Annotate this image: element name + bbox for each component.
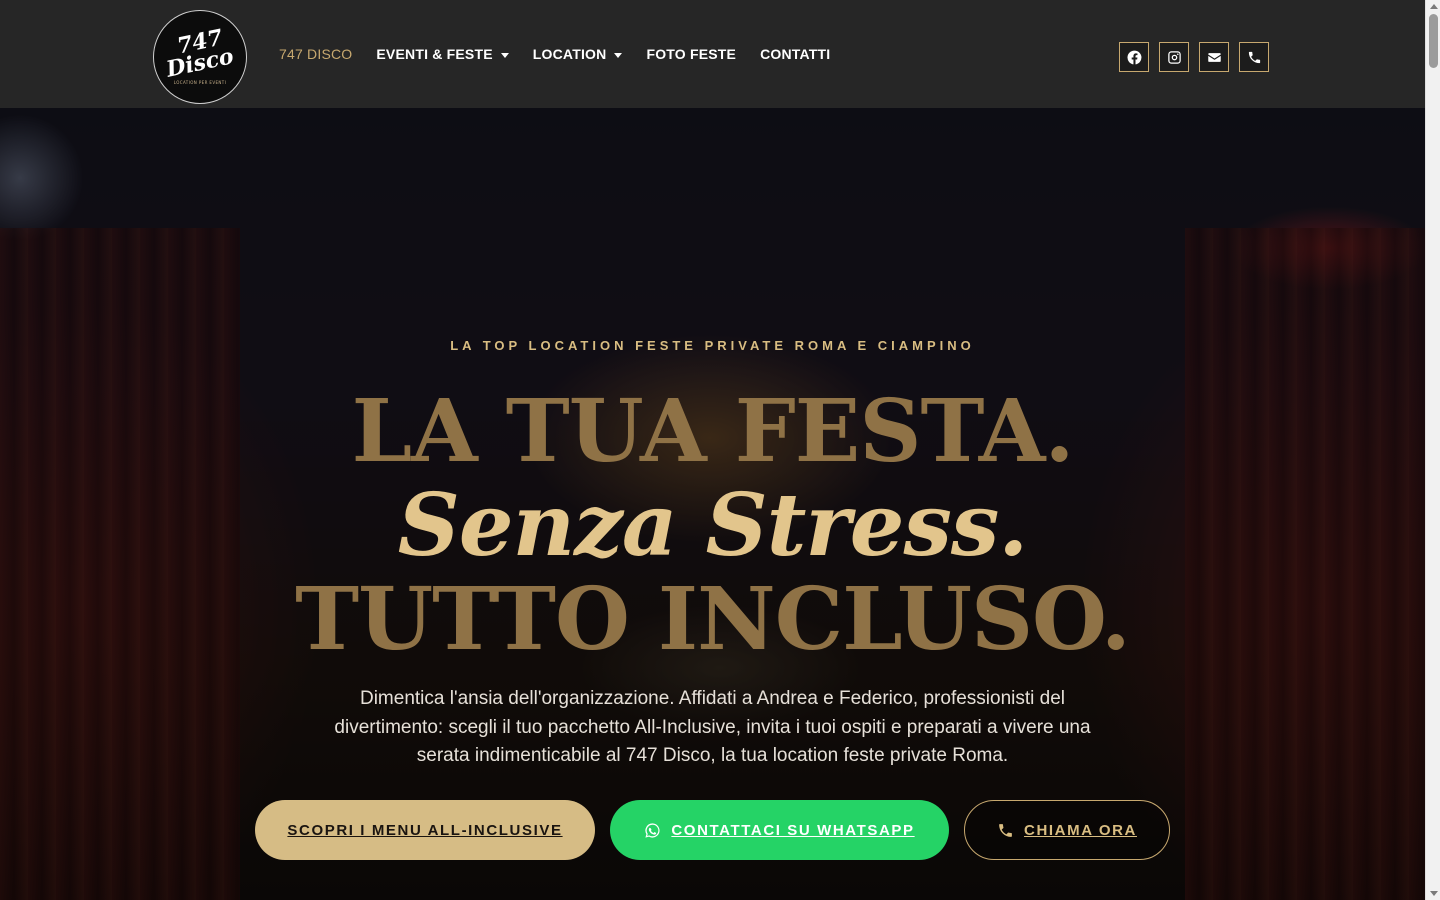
site-header: 747 Disco LOCATION PER EVENTI 747 DISCO …: [0, 0, 1425, 108]
nav-item-label: 747 DISCO: [279, 46, 353, 62]
facebook-link[interactable]: [1119, 42, 1149, 72]
nav-item-location[interactable]: LOCATION: [533, 46, 623, 62]
nav-item-label: LOCATION: [532, 46, 607, 62]
instagram-link[interactable]: [1159, 42, 1189, 72]
social-links: [1119, 42, 1279, 72]
phone-link[interactable]: [1239, 42, 1269, 72]
hero-headline-line2: Senza Stress.: [397, 475, 1028, 576]
email-link[interactable]: [1199, 42, 1229, 72]
scroll-up-arrow-icon[interactable]: [1430, 4, 1438, 9]
button-label: SCOPRI I MENU ALL-INCLUSIVE: [287, 821, 563, 839]
hero-headline-line1: LA TUA FESTA.: [351, 381, 1075, 482]
call-now-button[interactable]: CHIAMA ORA: [964, 800, 1170, 860]
nav-item-label: CONTATTI: [760, 46, 831, 62]
nav-item-foto-feste[interactable]: FOTO FESTE: [646, 46, 736, 62]
nav-item-contatti[interactable]: CONTATTI: [760, 46, 830, 62]
scroll-thumb[interactable]: [1429, 14, 1438, 68]
button-label: CONTATTACI SU WHATSAPP: [671, 821, 915, 839]
facebook-icon: [1126, 50, 1141, 64]
hero-headline-line3: TUTTO INCLUSO.: [295, 569, 1131, 670]
nav-item-label: FOTO FESTE: [646, 46, 737, 62]
hero-description: Dimentica l'ansia dell'organizzazione. A…: [334, 688, 1091, 766]
vertical-scrollbar[interactable]: [1425, 0, 1440, 900]
scroll-down-arrow-icon[interactable]: [1430, 891, 1438, 896]
discover-menu-button[interactable]: SCOPRI I MENU ALL-INCLUSIVE: [255, 800, 595, 860]
envelope-icon: [1207, 52, 1221, 62]
phone-icon: [999, 823, 1012, 837]
hero-kicker: LA TOP LOCATION FESTE PRIVATE ROMA E CIA…: [450, 338, 975, 353]
instagram-icon: [1167, 50, 1181, 64]
logo-text-disco: Disco: [164, 42, 236, 83]
main-nav: 747 DISCO EVENTI & FESTE LOCATION FOTO F…: [279, 0, 854, 108]
hero-section: LA TOP LOCATION FESTE PRIVATE ROMA E CIA…: [0, 108, 1425, 900]
nav-item-label: EVENTI & FESTE: [376, 46, 493, 62]
nav-item-747-disco[interactable]: 747 DISCO: [279, 46, 352, 62]
button-label: CHIAMA ORA: [1024, 821, 1137, 839]
logo[interactable]: 747 Disco LOCATION PER EVENTI: [153, 10, 247, 104]
logo-tagline: LOCATION PER EVENTI: [173, 79, 227, 85]
whatsapp-icon: [645, 822, 660, 838]
whatsapp-button[interactable]: CONTATTACI SU WHATSAPP: [610, 800, 949, 860]
caret-down-icon: [614, 52, 623, 58]
caret-down-icon: [500, 52, 509, 58]
nav-item-eventi-feste[interactable]: EVENTI & FESTE: [376, 46, 509, 62]
phone-icon: [1248, 51, 1260, 63]
